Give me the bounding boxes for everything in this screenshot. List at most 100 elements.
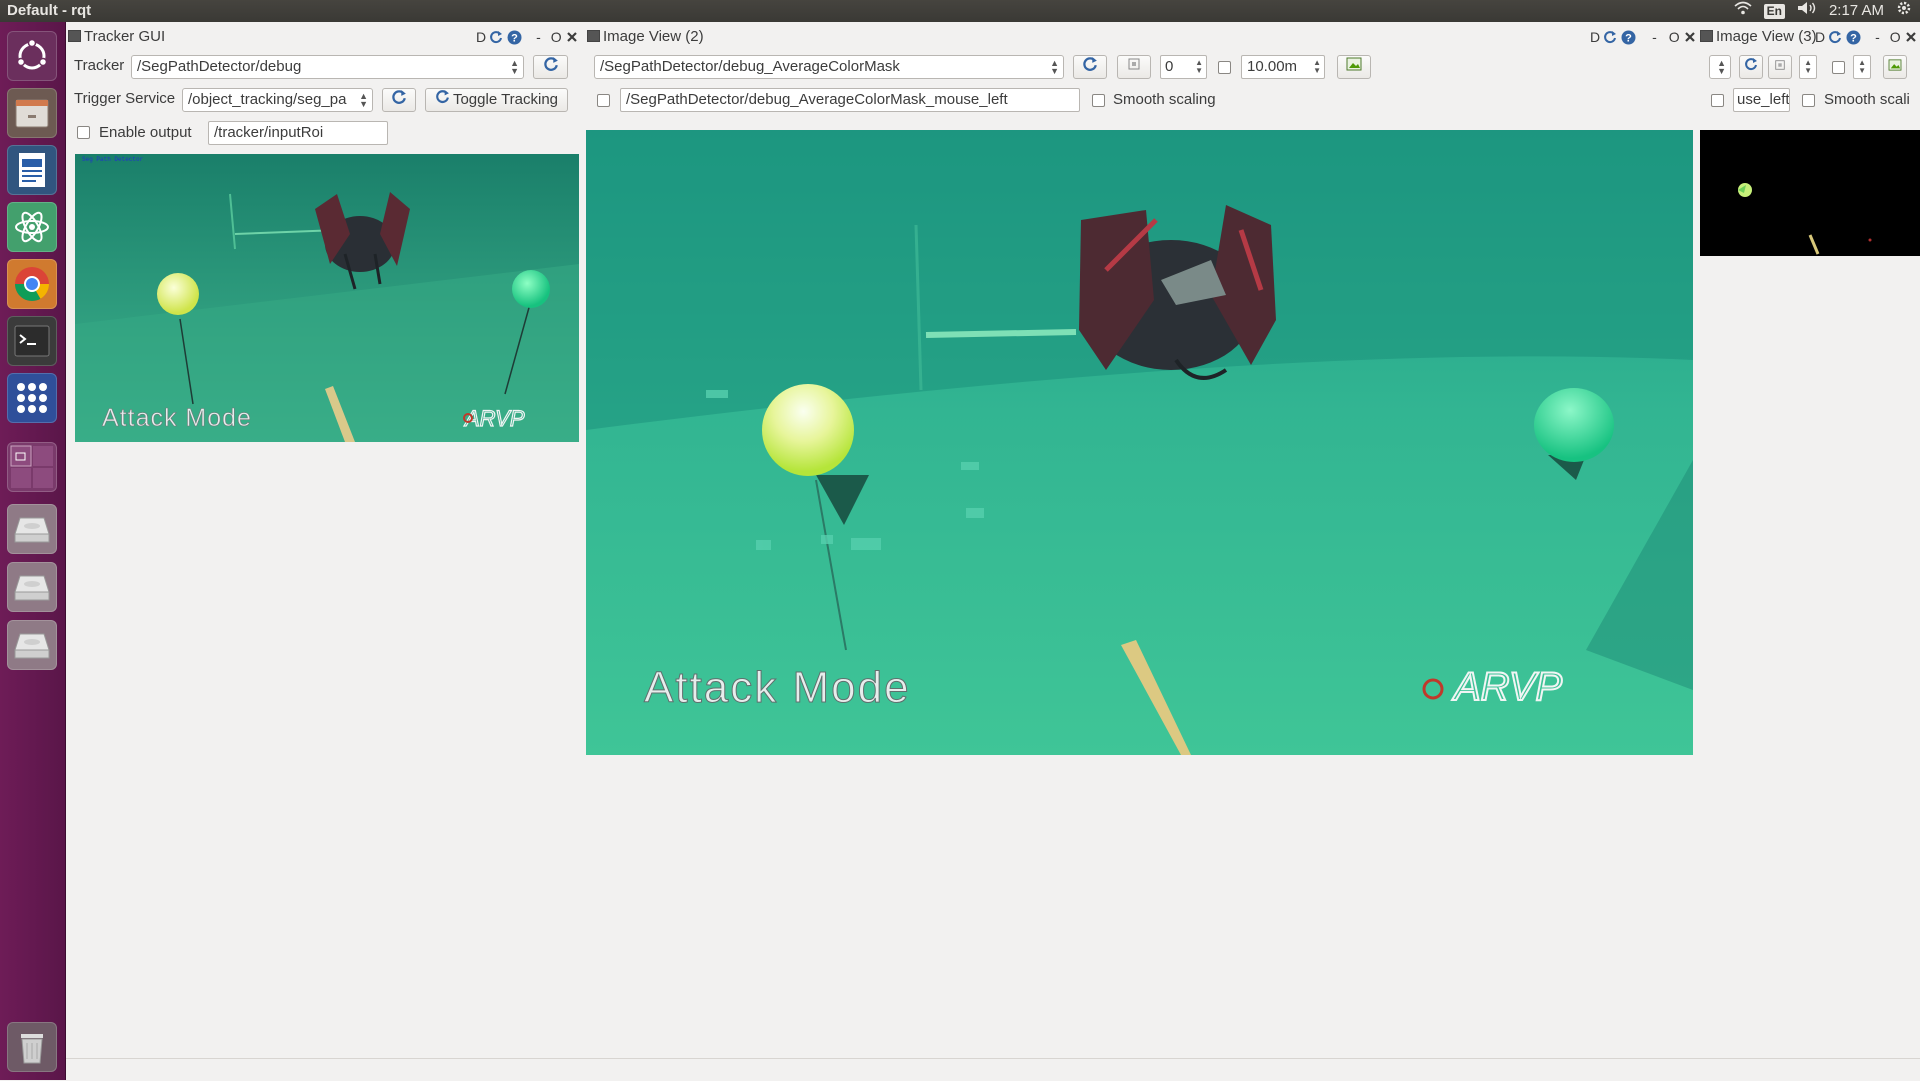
dock-minimize-button[interactable]: - (1875, 29, 1880, 45)
wifi-icon[interactable] (1734, 0, 1752, 22)
window-icon (68, 30, 81, 42)
volume-icon[interactable] (1797, 0, 1817, 22)
image-topic-select-3[interactable]: ▲ ▼ (1709, 55, 1731, 79)
system-tray: En 2:17 AM (1734, 0, 1912, 22)
small-caption: Seg Path Detector (82, 156, 144, 163)
max-range-spinbox-3[interactable]: ▲ ▼ (1853, 55, 1871, 79)
spinner-arrows-icon[interactable]: ▲ ▼ (1313, 59, 1321, 75)
drive-icon[interactable] (7, 620, 57, 670)
trash-icon[interactable] (7, 1022, 57, 1072)
smooth-scaling-checkbox-3[interactable] (1802, 94, 1815, 107)
publish-mouse-checkbox[interactable] (597, 94, 610, 107)
max-range-spinbox[interactable]: 10.00m ▲ ▼ (1241, 55, 1325, 79)
terminal-icon[interactable] (7, 316, 57, 366)
close-icon[interactable] (564, 29, 580, 45)
chevron-updown-icon: ▲ ▼ (1050, 58, 1059, 76)
image-view-2-dock-controls: D ? - O (1590, 27, 1698, 47)
window-icon (587, 30, 600, 42)
reload-icon (435, 89, 450, 111)
top-panel: Default - rqt En 2:17 AM (0, 0, 1920, 22)
keyboard-layout-indicator[interactable]: En (1763, 3, 1785, 19)
dock-d-button[interactable]: D (1815, 29, 1825, 45)
help-icon[interactable]: ? (506, 29, 522, 45)
rotation-spinbox[interactable]: 0 ▲ ▼ (1160, 55, 1207, 79)
refresh-tracker-button[interactable] (533, 55, 568, 79)
drive-icon[interactable] (7, 504, 57, 554)
reload-icon[interactable] (1602, 29, 1618, 45)
reload-icon[interactable] (488, 29, 504, 45)
close-icon[interactable] (1682, 29, 1698, 45)
zoom-fit-icon (1774, 56, 1786, 78)
image-topic-select[interactable]: /SegPathDetector/debug_AverageColorMask … (594, 55, 1064, 79)
svg-text:?: ? (511, 32, 518, 44)
refresh-topics-button-3[interactable] (1739, 55, 1763, 79)
save-image-button-3[interactable] (1883, 55, 1907, 79)
help-icon[interactable]: ? (1845, 29, 1861, 45)
clock[interactable]: 2:17 AM (1829, 0, 1884, 22)
dynamic-range-checkbox[interactable] (1218, 61, 1231, 74)
reload-icon (543, 56, 559, 79)
spinner-arrows-icon[interactable]: ▲ ▼ (1195, 59, 1203, 75)
attack-mode-overlay: Attack Mode (644, 663, 911, 712)
refresh-trigger-button[interactable] (382, 88, 416, 112)
reload-icon[interactable] (1827, 29, 1843, 45)
dock-float-button[interactable]: O (1890, 29, 1901, 45)
ubuntu-logo-icon[interactable] (7, 31, 57, 81)
mouse-topic-field-3[interactable]: use_left (1733, 88, 1790, 112)
dock-float-button[interactable]: O (1669, 29, 1680, 45)
tracker-gui-title: Tracker GUI (68, 27, 165, 47)
close-icon[interactable] (1903, 29, 1919, 45)
mouse-topic-field[interactable]: /SegPathDetector/debug_AverageColorMask_… (620, 88, 1080, 112)
smooth-scaling-checkbox[interactable] (1092, 94, 1105, 107)
chrome-icon[interactable] (7, 259, 57, 309)
zoom-fit-button[interactable] (1117, 55, 1151, 79)
dock-float-button[interactable]: O (551, 29, 562, 45)
smooth-scaling-label: Smooth scaling (1113, 91, 1216, 108)
files-icon[interactable] (7, 88, 57, 138)
tracker-image[interactable]: Seg Path Detector Attack Mode ARVP (75, 154, 579, 442)
enable-output-checkbox[interactable] (77, 126, 90, 139)
chevron-updown-icon: ▲ ▼ (510, 58, 519, 76)
refresh-topics-button[interactable] (1073, 55, 1107, 79)
help-icon[interactable]: ? (1620, 29, 1636, 45)
enable-output-label: Enable output (99, 124, 192, 141)
reload-icon (1744, 56, 1758, 78)
trigger-service-select[interactable]: /object_tracking/seg_pa ▲ ▼ (182, 88, 373, 112)
attack-mode-overlay: Attack Mode (102, 404, 252, 432)
zoom-fit-icon (1127, 56, 1141, 78)
toggle-tracking-button[interactable]: Toggle Tracking (425, 88, 568, 112)
svg-text:?: ? (1625, 32, 1632, 44)
dock-minimize-button[interactable]: - (1652, 29, 1657, 45)
save-image-icon (1346, 56, 1362, 78)
dynamic-range-checkbox-3[interactable] (1832, 61, 1845, 74)
image-view-3-title: Image View (3) (1700, 27, 1817, 47)
roi-topic-field[interactable]: /tracker/inputRoi (208, 121, 388, 145)
mask-image-3[interactable] (1700, 130, 1920, 256)
writer-icon[interactable] (7, 145, 57, 195)
smooth-scaling-label-3: Smooth scali (1824, 91, 1910, 108)
tracker-label: Tracker (74, 57, 125, 74)
gear-icon[interactable] (1896, 0, 1912, 23)
apps-grid-icon[interactable] (7, 373, 57, 423)
dock-d-button[interactable]: D (476, 29, 486, 45)
rotation-spinbox-3[interactable]: ▲ ▼ (1799, 55, 1817, 79)
status-bar (66, 1058, 1920, 1081)
chevron-updown-icon: ▲ ▼ (1717, 58, 1726, 76)
spinner-arrows-icon[interactable]: ▲ ▼ (1858, 59, 1866, 75)
publish-mouse-checkbox-3[interactable] (1711, 94, 1724, 107)
spinner-arrows-icon[interactable]: ▲ ▼ (1804, 59, 1812, 75)
save-image-icon (1888, 56, 1902, 78)
atom-icon[interactable] (7, 202, 57, 252)
drive-icon[interactable] (7, 562, 57, 612)
image-view-3-dock-controls: D ? - O (1815, 27, 1919, 47)
image-view-2-title: Image View (2) (587, 27, 704, 47)
zoom-fit-button-3[interactable] (1768, 55, 1792, 79)
svg-text:?: ? (1850, 32, 1857, 44)
dock-d-button[interactable]: D (1590, 29, 1600, 45)
average-color-mask-image[interactable]: Attack Mode ARVP (586, 130, 1693, 755)
tracker-topic-select[interactable]: /SegPathDetector/debug ▲ ▼ (131, 55, 524, 79)
save-image-button[interactable] (1337, 55, 1371, 79)
arvp-logo: ARVP (462, 405, 525, 431)
dock-minimize-button[interactable]: - (536, 29, 541, 45)
workspace-icon[interactable] (7, 442, 57, 492)
